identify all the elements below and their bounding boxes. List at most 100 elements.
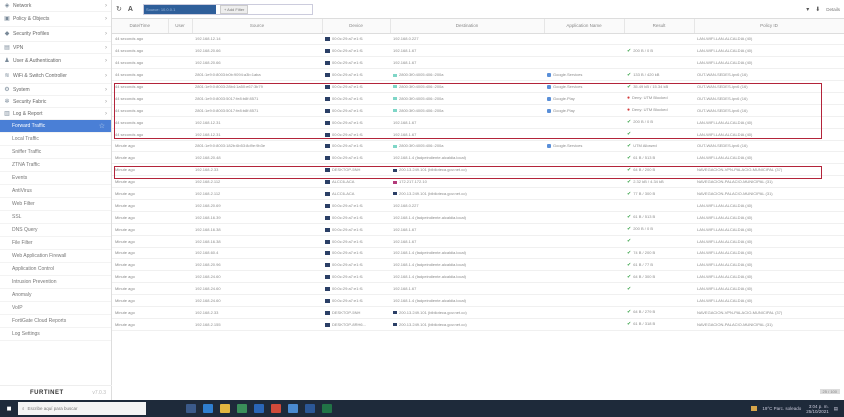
table-row[interactable]: 44 seconds ago 2801:1e9:0:8003:5017:fe8:b… bbox=[112, 92, 844, 105]
filter-icon[interactable]: A bbox=[128, 6, 133, 13]
explorer-icon[interactable] bbox=[220, 404, 230, 413]
result-label: 74 B / 200 B bbox=[633, 249, 656, 255]
device-icon bbox=[325, 120, 330, 125]
column-header[interactable]: Policy ID bbox=[694, 19, 844, 34]
submenu-item[interactable]: File Filter bbox=[0, 237, 111, 250]
sidebar-item-system[interactable]: ⚙ System › bbox=[0, 84, 111, 96]
weather-label[interactable]: 19°C Parc. soleado bbox=[762, 406, 801, 411]
sidebar-item-wifi-switch-controller[interactable]: ≋ WiFi & Switch Controller › bbox=[0, 69, 111, 84]
column-header[interactable]: Device bbox=[322, 19, 391, 34]
table-row[interactable]: 44 seconds ago 192.168.12.31 00:0c:29:a7:e… bbox=[112, 116, 844, 129]
column-header[interactable]: Date/Time bbox=[112, 19, 169, 34]
table-row[interactable]: Minute ago 192.168.20.96 00:0c:29:a7:e1:f1… bbox=[112, 258, 844, 272]
column-header[interactable]: User bbox=[168, 19, 193, 34]
table-row[interactable]: Minute ago 192.168.2.112 ALCC6-ACA 172.217.… bbox=[112, 175, 844, 189]
table-row[interactable]: Minute ago 192.168.2.33 DESKTOP-5NH 200.13.… bbox=[112, 306, 844, 319]
toolbar-right: ▾ ⬇ Details bbox=[806, 6, 840, 13]
excel-icon[interactable] bbox=[322, 404, 332, 413]
submenu-item[interactable]: Log Settings bbox=[0, 328, 111, 341]
submenu-item[interactable]: SSL bbox=[0, 211, 111, 224]
edge-icon[interactable] bbox=[203, 404, 213, 413]
table-row[interactable]: Minute ago 192.168.24.60 00:0c:29:a7:e1:f1… bbox=[112, 270, 844, 284]
deny-icon: ● bbox=[627, 95, 631, 102]
device-icon bbox=[325, 227, 330, 232]
task-view-icon[interactable] bbox=[186, 404, 196, 413]
table-row[interactable]: Minute ago 192.168.20.48 00:0c:29:a7:e1:f1… bbox=[112, 151, 844, 165]
windows-start-icon[interactable]: ■ bbox=[0, 400, 18, 417]
sidebar-item-log-report[interactable]: ▥ Log & Report › bbox=[0, 108, 111, 120]
sidebar-item-policy-objects[interactable]: ▣ Policy & Objects › bbox=[0, 12, 111, 27]
submenu-item[interactable]: ZTNA Traffic bbox=[0, 159, 111, 172]
column-header[interactable]: Application Name bbox=[544, 19, 625, 34]
column-header[interactable]: Result bbox=[624, 19, 695, 34]
filter-tag[interactable]: Source: 10.0.0.1 bbox=[143, 4, 216, 14]
table-row[interactable]: Minute ago 192.168.16.39 00:0c:29:a7:e1:f1… bbox=[112, 211, 844, 224]
sidebar-item-user-authentication[interactable]: ♟ User & Authentication › bbox=[0, 54, 111, 69]
taskbar-search[interactable]: ⌕ Escribe aquí para buscar bbox=[18, 402, 146, 415]
submenu-item[interactable]: Local Traffic bbox=[0, 133, 111, 146]
table-row[interactable]: Minute ago 192.168.2.33 DESKTOP-5NH 200.13.… bbox=[112, 163, 844, 177]
table-row[interactable]: 44 seconds ago 192.168.12.14 00:0c:29:a7:e… bbox=[112, 33, 844, 46]
submenu-item[interactable]: Web Application Firewall bbox=[0, 250, 111, 263]
table-row[interactable]: Minute ago 192.168.24.60 00:0c:29:a7:e1:f1… bbox=[112, 294, 844, 307]
application-label: Google.Services bbox=[553, 143, 583, 149]
clock[interactable]: 3:04 p. m. 25/10/2021 bbox=[806, 404, 829, 414]
sidebar-item-security-profiles[interactable]: ◆ Security Profiles › bbox=[0, 27, 111, 42]
table-row[interactable]: 44 seconds ago 192.168.20.66 00:0c:29:a7:e… bbox=[112, 44, 844, 58]
column-header[interactable]: Destination bbox=[390, 19, 545, 34]
submenu-item[interactable]: Events bbox=[0, 172, 111, 185]
sidebar-item-vpn[interactable]: ▤ VPN › bbox=[0, 42, 111, 54]
table-row[interactable]: Minute ago 2801:1e9:0:8003:182b:6b53:8d9e… bbox=[112, 140, 844, 153]
add-filter-button[interactable]: + Add Filter bbox=[219, 4, 249, 14]
taskbar: ■ ⌕ Escribe aquí para buscar 19°C Parc. … bbox=[0, 400, 844, 417]
table-row[interactable]: 44 seconds ago 2801:1e9:0:8003:28b4:1a50:… bbox=[112, 80, 844, 93]
sidebar-item-network[interactable]: ◈ Network › bbox=[0, 0, 111, 12]
submenu-item[interactable]: Web Filter bbox=[0, 198, 111, 211]
store-icon[interactable] bbox=[237, 404, 247, 413]
table-row[interactable]: 44 seconds ago 192.168.12.31 00:0c:29:a7:e… bbox=[112, 128, 844, 141]
star-icon[interactable]: ☆ bbox=[99, 122, 105, 130]
submenu-item[interactable]: Intrusion Prevention bbox=[0, 276, 111, 289]
table-row[interactable]: Minute ago 192.168.16.38 00:0c:29:a7:e1:f1… bbox=[112, 235, 844, 248]
destination-label: 192.168.1.4 (fadpeindiente.alcaldia.loca… bbox=[393, 262, 466, 268]
device-icon bbox=[325, 37, 330, 42]
table-row[interactable]: 44 seconds ago 2801:1e9:0:8003:5017:fe8:b… bbox=[112, 104, 844, 117]
submenu-item[interactable]: Application Control bbox=[0, 263, 111, 276]
submenu-item[interactable]: DNS Query bbox=[0, 224, 111, 237]
submenu-item[interactable]: Forward Traffic ☆ bbox=[0, 120, 111, 133]
table-row[interactable]: Minute ago 192.168.2.155 DESKTOP-8RH6... 20… bbox=[112, 318, 844, 331]
refresh-button[interactable]: ↻ bbox=[116, 5, 122, 13]
table-row[interactable]: Minute ago 192.168.16.38 00:0c:29:a7:e1:f1… bbox=[112, 223, 844, 236]
submenu-item[interactable]: Sniffer Traffic bbox=[0, 146, 111, 159]
submenu-item[interactable]: VoIP bbox=[0, 302, 111, 315]
details-button[interactable]: Details bbox=[826, 7, 840, 12]
word-icon[interactable] bbox=[305, 404, 315, 413]
filter-bar[interactable]: Source: 10.0.0.1 + Add Filter bbox=[142, 3, 313, 15]
result-label: 61 B / 318 B bbox=[633, 321, 656, 327]
sidebar-item-security-fabric[interactable]: ✲ Security Fabric › bbox=[0, 96, 111, 108]
cell-application: Google.Services bbox=[544, 68, 624, 82]
cell-policy: LAN-WIFI-LAN-ALCALDIA (40) bbox=[694, 128, 844, 141]
table-row[interactable]: Minute ago 192.168.60.4 00:0c:29:a7:e1:f1 1… bbox=[112, 247, 844, 260]
table-row[interactable]: Minute ago 192.168.24.60 00:0c:29:a7:e1:f1… bbox=[112, 282, 844, 296]
table-row[interactable]: Minute ago 192.168.2.112 ALCC6-ACA 200.13.2… bbox=[112, 187, 844, 200]
policy-icon: ▣ bbox=[4, 16, 10, 22]
cell-user bbox=[168, 104, 192, 117]
notification-icon[interactable]: ▤ bbox=[834, 406, 838, 412]
chevron-down-icon[interactable]: ▾ bbox=[806, 6, 809, 13]
submenu-item[interactable]: Anomaly bbox=[0, 289, 111, 302]
table-row[interactable]: 44 seconds ago 2801:1e9:0:8003:b0b:9094:a… bbox=[112, 68, 844, 82]
chrome-icon[interactable] bbox=[271, 404, 281, 413]
submenu-item[interactable]: AntiVirus bbox=[0, 185, 111, 198]
table-row[interactable]: Minute ago 192.168.20.69 00:0c:29:a7:e1:f1… bbox=[112, 199, 844, 212]
submenu-item[interactable]: FortiGate Cloud Reports bbox=[0, 315, 111, 328]
device-label: 00:0c:29:a7:e1:f1 bbox=[332, 60, 363, 66]
table-row[interactable]: 44 seconds ago 192.168.20.66 00:0c:29:a7:e… bbox=[112, 56, 844, 70]
column-header[interactable]: Source bbox=[192, 19, 323, 34]
cell-time: 44 seconds ago bbox=[112, 92, 168, 105]
pagination[interactable]: 25 / 100 bbox=[819, 389, 840, 394]
mail-icon[interactable] bbox=[254, 404, 264, 413]
app-icon[interactable] bbox=[288, 404, 298, 413]
download-icon[interactable]: ⬇ bbox=[815, 6, 820, 13]
cell-result: ✔ 61 B / 318 B bbox=[624, 318, 694, 331]
